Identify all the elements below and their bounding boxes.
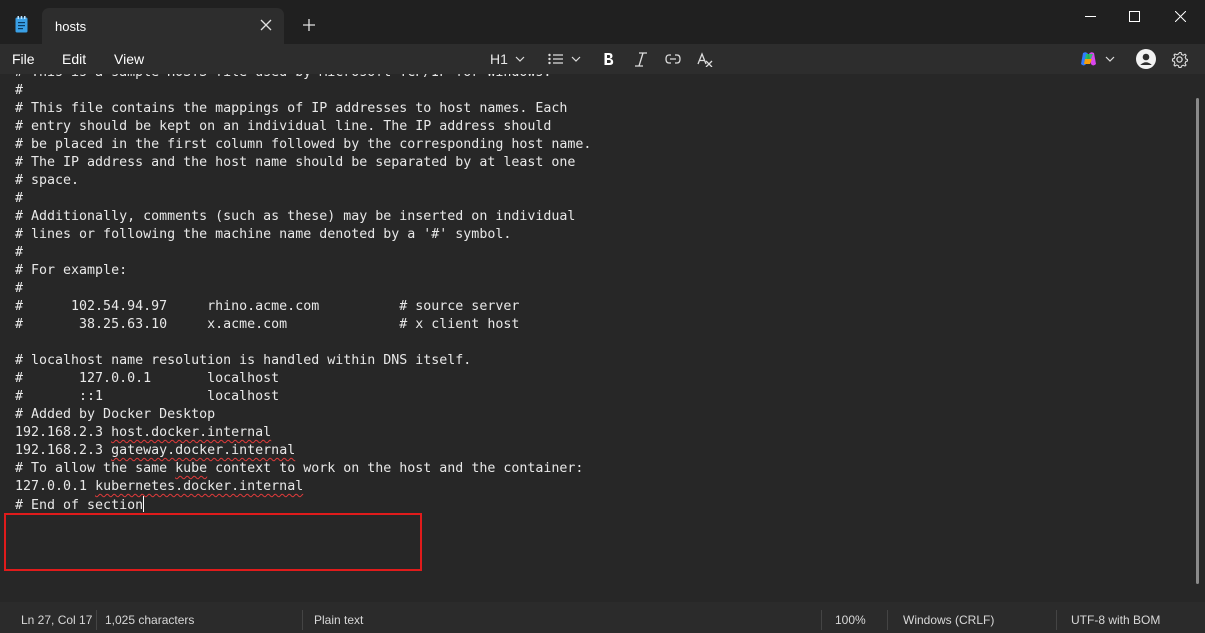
text-line[interactable]: # The IP address and the host name shoul… (15, 154, 591, 172)
text-line[interactable]: # lines or following the machine name de… (15, 226, 591, 244)
text-line[interactable]: # 38.25.63.10 x.acme.com # x client host (15, 316, 591, 334)
text-line[interactable]: # (15, 82, 591, 100)
menu-edit[interactable]: Edit (62, 51, 86, 67)
bold-button[interactable] (603, 48, 614, 70)
clear-formatting-button[interactable] (697, 48, 713, 70)
spellcheck-flag[interactable]: gateway.docker.internal (111, 443, 295, 458)
link-icon (665, 54, 681, 64)
text-line[interactable]: # (15, 190, 591, 208)
editor-content[interactable]: # This is a sample HOSTS file used by Mi… (15, 74, 591, 514)
text-line[interactable]: # To allow the same kube context to work… (15, 460, 591, 478)
text-line[interactable]: # Additionally, comments (such as these)… (15, 208, 591, 226)
vertical-scrollbar[interactable] (1196, 98, 1199, 584)
text-line[interactable] (15, 334, 591, 352)
minimize-icon (1084, 15, 1096, 17)
maximize-icon (1128, 10, 1140, 22)
text-line[interactable]: 192.168.2.3 host.docker.internal (15, 424, 591, 442)
status-divider (96, 610, 97, 630)
clear-formatting-icon (697, 51, 713, 67)
spellcheck-flag[interactable]: host.docker.internal (111, 425, 271, 440)
status-divider (821, 610, 822, 630)
minimize-button[interactable] (1067, 0, 1113, 32)
italic-icon (635, 51, 647, 67)
text-cursor (143, 496, 145, 512)
zoom-level[interactable]: 100% (835, 613, 866, 627)
chevron-down-icon (1105, 56, 1115, 62)
account-icon (1136, 49, 1156, 69)
close-window-button[interactable] (1157, 0, 1203, 32)
spellcheck-flag[interactable]: kube (175, 461, 207, 476)
text-line[interactable]: # Added by Docker Desktop (15, 406, 591, 424)
line-ending[interactable]: Windows (CRLF) (903, 613, 994, 627)
highlight-annotation-box (4, 513, 422, 571)
encoding[interactable]: UTF-8 with BOM (1071, 613, 1160, 627)
status-divider (302, 610, 303, 630)
heading-label: H1 (490, 51, 508, 67)
status-divider (1056, 610, 1057, 630)
close-icon (1174, 10, 1186, 22)
text-line[interactable]: # This file contains the mappings of IP … (15, 100, 591, 118)
copilot-icon (1081, 52, 1096, 66)
text-line[interactable]: # For example: (15, 262, 591, 280)
text-editor[interactable]: # This is a sample HOSTS file used by Mi… (0, 74, 1205, 602)
character-count: 1,025 characters (105, 613, 195, 627)
bold-icon (604, 53, 614, 65)
menu-view[interactable]: View (114, 51, 144, 67)
cursor-position: Ln 27, Col 17 (21, 613, 93, 627)
copilot-dropdown[interactable] (1080, 48, 1115, 70)
close-icon[interactable] (260, 19, 272, 31)
text-mode[interactable]: Plain text (314, 613, 363, 627)
text-line[interactable]: # 127.0.0.1 localhost (15, 370, 591, 388)
heading-dropdown[interactable]: H1 (490, 48, 525, 70)
account-button[interactable] (1136, 48, 1156, 70)
chevron-down-icon (515, 56, 525, 62)
tab-hosts[interactable]: hosts (42, 8, 284, 44)
italic-button[interactable] (634, 48, 648, 70)
text-line[interactable]: # (15, 244, 591, 262)
text-line[interactable]: 192.168.2.3 gateway.docker.internal (15, 442, 591, 460)
text-line[interactable]: # localhost name resolution is handled w… (15, 352, 591, 370)
text-line[interactable]: # End of section (15, 496, 591, 514)
text-line[interactable]: 127.0.0.1 kubernetes.docker.internal (15, 478, 591, 496)
title-bar: hosts (0, 0, 1205, 44)
scrollbar-thumb[interactable] (1196, 98, 1199, 584)
text-line[interactable]: # This is a sample HOSTS file used by Mi… (15, 74, 591, 82)
notepad-icon (15, 16, 28, 33)
text-line[interactable]: # ::1 localhost (15, 388, 591, 406)
list-dropdown[interactable] (548, 48, 581, 70)
text-line[interactable]: # (15, 280, 591, 298)
text-line[interactable]: # space. (15, 172, 591, 190)
text-line[interactable]: # 102.54.94.97 rhino.acme.com # source s… (15, 298, 591, 316)
menu-bar: File Edit View H1 (0, 44, 1205, 74)
settings-button[interactable] (1171, 48, 1188, 70)
plus-icon[interactable] (302, 18, 316, 32)
maximize-button[interactable] (1111, 0, 1157, 32)
text-line[interactable]: # be placed in the first column followed… (15, 136, 591, 154)
list-icon (548, 53, 563, 65)
gear-icon (1171, 51, 1188, 68)
status-bar: Ln 27, Col 17 1,025 characters Plain tex… (0, 602, 1205, 633)
text-line[interactable]: # entry should be kept on an individual … (15, 118, 591, 136)
tab-title: hosts (55, 19, 87, 34)
status-divider (887, 610, 888, 630)
chevron-down-icon (571, 56, 581, 62)
link-button[interactable] (665, 48, 681, 70)
menu-file[interactable]: File (12, 51, 35, 67)
spellcheck-flag[interactable]: kubernetes.docker.internal (95, 479, 303, 494)
